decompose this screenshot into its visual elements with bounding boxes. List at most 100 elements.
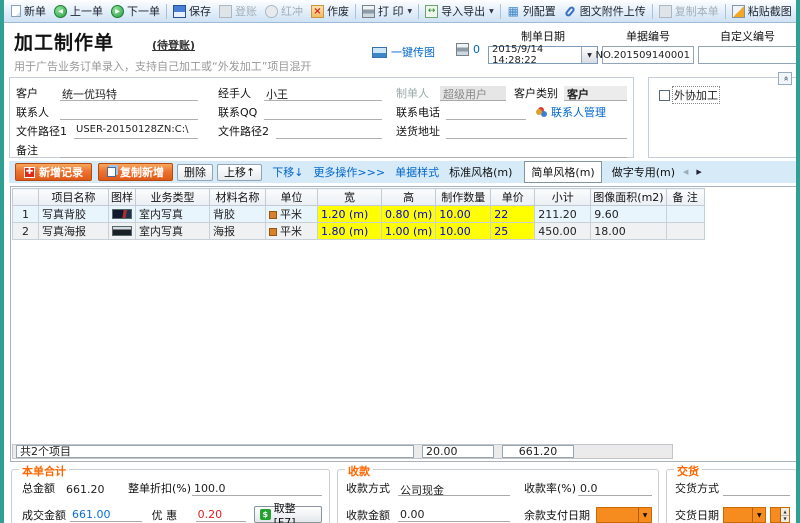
delivery-address-label: 送货地址 bbox=[396, 125, 440, 138]
save-button[interactable]: 保存 bbox=[169, 2, 215, 20]
item-image-cell[interactable] bbox=[108, 222, 136, 240]
unit-cell[interactable]: 平米 bbox=[265, 222, 318, 240]
delivery-date-combobox[interactable]: ▼ bbox=[723, 507, 767, 523]
void-button[interactable]: × 作废 bbox=[307, 2, 353, 20]
column-config-button[interactable]: ▦ 列配置 bbox=[503, 2, 560, 20]
delivery-address-field[interactable] bbox=[446, 124, 627, 139]
attachment-upload-button[interactable]: 图文附件上传 bbox=[560, 2, 650, 20]
prev-order-button[interactable]: ◀ 上一单 bbox=[50, 2, 107, 20]
note-cell[interactable] bbox=[665, 222, 705, 240]
custom-no-field[interactable] bbox=[698, 46, 796, 64]
item-image-cell[interactable] bbox=[108, 205, 136, 223]
price-cell[interactable]: 25 bbox=[490, 222, 536, 240]
tab-simple-style[interactable]: 简单风格(m) bbox=[524, 161, 602, 183]
phone-label: 联系电话 bbox=[396, 106, 440, 119]
balance-date-combobox[interactable]: ▼ bbox=[596, 507, 652, 523]
next-order-button[interactable]: ▶ 下一单 bbox=[107, 2, 164, 20]
deal-amount-label: 成交金额 bbox=[22, 508, 66, 522]
deal-amount-field[interactable]: 661.00 bbox=[70, 508, 142, 522]
material-cell[interactable]: 海报 bbox=[209, 222, 266, 240]
biz-type-cell[interactable]: 室内写真 bbox=[135, 205, 210, 223]
height-cell[interactable]: 1.00 (m) bbox=[380, 222, 437, 240]
tab-sign-making[interactable]: 做字专用(m) bbox=[612, 164, 675, 180]
outsource-checkbox-row[interactable]: 外协加工 bbox=[659, 86, 720, 104]
doc-style-link[interactable]: 单据样式 bbox=[395, 164, 439, 180]
copy-add-button[interactable]: 复制新增 bbox=[98, 163, 173, 181]
item-name-cell[interactable]: 写真海报 bbox=[38, 222, 109, 240]
status-pending-link[interactable]: (待登账) bbox=[152, 37, 195, 53]
width-cell[interactable]: 1.20 (m) bbox=[317, 205, 382, 223]
move-up-button[interactable]: 上移↑ bbox=[217, 163, 263, 181]
payment-method-field[interactable]: 公司现金 bbox=[398, 482, 510, 497]
collapse-panel-button[interactable]: « bbox=[778, 72, 792, 85]
order-total-group-title: 本单合计 bbox=[19, 463, 69, 479]
import-export-button[interactable]: ↔ 导入导出 ▼ bbox=[421, 2, 498, 20]
col-width: 宽 bbox=[317, 188, 382, 206]
spinner-down-button[interactable]: ▼ bbox=[781, 515, 789, 522]
remark-field[interactable] bbox=[60, 143, 627, 158]
spinner-up-button[interactable]: ▲ bbox=[781, 508, 789, 516]
price-cell[interactable]: 22 bbox=[490, 205, 536, 223]
file-path2-field[interactable] bbox=[276, 124, 382, 139]
send-image-link[interactable]: 一键传图 bbox=[372, 44, 435, 60]
new-order-button[interactable]: 新单 bbox=[7, 2, 50, 20]
round-off-button[interactable]: $ 取整[F7] bbox=[254, 502, 322, 523]
material-cell[interactable]: 背胶 bbox=[209, 205, 266, 223]
subtotal-cell: 450.00 bbox=[534, 222, 592, 240]
category-field[interactable]: 客户 bbox=[564, 86, 627, 101]
height-cell[interactable]: 0.80 (m) bbox=[380, 205, 437, 223]
delivery-time-spinner[interactable]: ▲ ▼ bbox=[770, 507, 790, 523]
contact-field[interactable] bbox=[60, 105, 198, 120]
contact-label: 联系人 bbox=[16, 106, 49, 119]
outsource-checkbox[interactable] bbox=[659, 89, 670, 101]
toolbar-separator bbox=[166, 3, 167, 19]
add-record-button[interactable]: ✚ 新增记录 bbox=[15, 163, 92, 181]
items-table: 项目名称 图样 业务类型 材料名称 单位 宽 高 制作数量 单价 小计 图像面积… bbox=[12, 188, 705, 240]
unit-color-swatch bbox=[269, 211, 277, 219]
customer-label: 客户 bbox=[16, 87, 38, 100]
qty-cell[interactable]: 10.00 bbox=[435, 222, 492, 240]
order-total-group: 本单合计 总金额 661.20 整单折扣(%) 100.0 成交金额 661.0… bbox=[11, 463, 330, 523]
preferential-field[interactable]: 0.20 bbox=[195, 508, 247, 522]
order-date-value: 2015/9/14 14:28:22 bbox=[492, 44, 544, 66]
doc-no-field[interactable]: NO.201509140001 bbox=[596, 46, 694, 64]
customer-field[interactable]: 统一优玛特 bbox=[60, 86, 198, 101]
delivery-group-title: 交货 bbox=[674, 463, 702, 479]
delivery-method-field[interactable] bbox=[723, 482, 790, 496]
discount-field[interactable]: 100.0 bbox=[192, 482, 322, 496]
balance-date-dropdown-button[interactable]: ▼ bbox=[638, 508, 651, 522]
people-icon bbox=[536, 109, 542, 115]
phone-field[interactable] bbox=[446, 105, 526, 120]
note-cell[interactable] bbox=[665, 205, 705, 223]
tab-scroll-left-button[interactable]: ◀ bbox=[683, 168, 688, 176]
tab-standard-style[interactable]: 标准风格(m) bbox=[449, 164, 512, 180]
item-name-cell[interactable]: 写真背胶 bbox=[38, 205, 109, 223]
toolbar-separator bbox=[651, 3, 653, 19]
delivery-date-dropdown-button[interactable]: ▼ bbox=[752, 508, 765, 522]
qty-cell[interactable]: 10.00 bbox=[435, 205, 492, 223]
order-date-combobox[interactable]: 2015/9/14 14:28:22 ▼ bbox=[488, 44, 598, 66]
printer-icon[interactable] bbox=[456, 43, 469, 56]
paperclip-icon bbox=[564, 4, 577, 18]
col-area: 图像面积(m2) bbox=[590, 188, 667, 206]
paste-screenshot-button[interactable]: 粘贴截图 bbox=[728, 2, 796, 20]
biz-type-cell[interactable]: 室内写真 bbox=[135, 222, 210, 240]
doc-no-group: 单据编号 NO.201509140001 bbox=[596, 28, 694, 64]
move-down-link[interactable]: 下移↓ bbox=[272, 164, 303, 180]
file-path1-field[interactable]: USER-20150128ZN:C:\ bbox=[74, 124, 198, 139]
paste-screenshot-icon bbox=[731, 4, 745, 18]
more-actions-link[interactable]: 更多操作>>> bbox=[313, 164, 385, 180]
payment-rate-field[interactable]: 0.0 bbox=[578, 482, 652, 496]
unit-cell[interactable]: 平米 bbox=[265, 205, 318, 223]
print-button[interactable]: 打 印 ▼ bbox=[358, 2, 416, 20]
tab-scroll-right-button[interactable]: ▶ bbox=[696, 168, 701, 176]
width-cell[interactable]: 1.80 (m) bbox=[317, 222, 382, 240]
contact-manager-link[interactable]: 联系人管理 bbox=[536, 104, 606, 120]
delivery-date-label: 交货日期 bbox=[675, 509, 719, 522]
handler-field[interactable]: 小王 bbox=[264, 86, 382, 101]
qq-field[interactable] bbox=[264, 105, 382, 120]
col-height: 高 bbox=[380, 188, 437, 206]
payment-amount-field[interactable]: 0.00 bbox=[398, 508, 510, 522]
print-count-value: 0 bbox=[473, 43, 480, 56]
delete-row-button[interactable]: 删除 bbox=[177, 163, 213, 181]
